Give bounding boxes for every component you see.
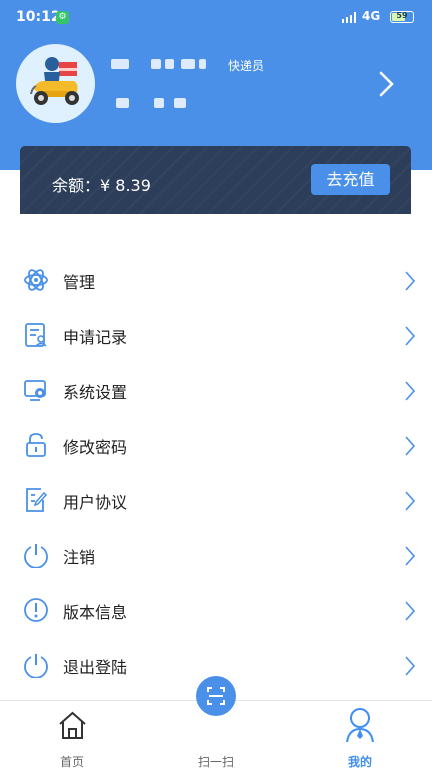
profile-header: 10:12 ⚙ 4G 59 快递员 <box>0 0 432 170</box>
redacted-name <box>199 59 206 69</box>
scan-button[interactable] <box>196 676 236 716</box>
tab-label: 扫一扫 <box>197 755 234 769</box>
user-icon <box>346 708 374 743</box>
wechat-icon: ⚙ <box>56 11 69 24</box>
info-icon <box>24 598 48 622</box>
user-role: 快递员 <box>228 59 265 73</box>
signal-icon <box>342 12 356 23</box>
home-icon <box>59 711 86 739</box>
agreement-edit-icon <box>26 488 48 512</box>
menu-item-version-info[interactable]: 版本信息 <box>0 584 432 636</box>
scan-icon <box>207 687 225 705</box>
status-time: 10:12 <box>16 9 61 25</box>
battery-icon: 59 <box>390 11 414 23</box>
tab-label: 我的 <box>347 755 372 769</box>
menu-label: 申请记录 <box>63 328 128 347</box>
lock-icon <box>26 433 46 457</box>
balance-amount: 余额：¥ 8.39 <box>52 176 151 195</box>
tab-home[interactable]: 首页 <box>22 701 122 769</box>
menu-item-user-agreement[interactable]: 用户协议 <box>0 474 432 526</box>
logout-power-icon <box>24 654 48 678</box>
menu-item-management[interactable]: 管理 <box>0 254 432 306</box>
redacted-name <box>181 59 195 69</box>
power-icon <box>24 544 48 568</box>
settings-icon <box>24 380 46 401</box>
chevron-right-icon <box>405 491 416 511</box>
chevron-right-icon <box>405 271 416 291</box>
menu-item-change-password[interactable]: 修改密码 <box>0 419 432 471</box>
redacted-name <box>165 59 174 69</box>
recharge-button[interactable]: 去充值 <box>311 164 390 195</box>
atom-icon <box>24 269 48 291</box>
redacted-name <box>111 59 129 69</box>
chevron-right-icon <box>405 546 416 566</box>
menu-label: 管理 <box>63 273 96 292</box>
menu-item-application-records[interactable]: 申请记录 <box>0 309 432 361</box>
redacted-phone <box>116 98 129 108</box>
redacted-phone <box>174 98 186 108</box>
redacted-name <box>151 59 161 69</box>
chevron-right-icon <box>405 326 416 346</box>
document-user-icon <box>25 323 47 347</box>
menu-label: 系统设置 <box>63 383 128 402</box>
menu-label: 修改密码 <box>63 438 128 457</box>
chevron-right-icon[interactable] <box>378 70 396 98</box>
battery-level: 59 <box>396 11 408 20</box>
menu-item-cancel-account[interactable]: 注销 <box>0 529 432 581</box>
menu-label: 版本信息 <box>63 603 128 622</box>
chevron-right-icon <box>405 656 416 676</box>
menu-label: 退出登陆 <box>63 658 128 677</box>
network-type: 4G <box>362 9 381 23</box>
chevron-right-icon <box>405 381 416 401</box>
redacted-phone <box>154 98 164 108</box>
tab-me[interactable]: 我的 <box>310 701 410 769</box>
menu-label: 注销 <box>63 548 96 567</box>
avatar[interactable] <box>16 44 95 123</box>
courier-scooter-icon <box>30 57 79 105</box>
chevron-right-icon <box>405 436 416 456</box>
status-bar: 10:12 ⚙ 4G 59 <box>0 0 432 34</box>
balance-card: 余额：¥ 8.39 去充值 <box>20 146 411 214</box>
menu-item-system-settings[interactable]: 系统设置 <box>0 364 432 416</box>
menu-label: 用户协议 <box>63 493 128 512</box>
tab-label: 首页 <box>59 755 84 769</box>
chevron-right-icon <box>405 601 416 621</box>
